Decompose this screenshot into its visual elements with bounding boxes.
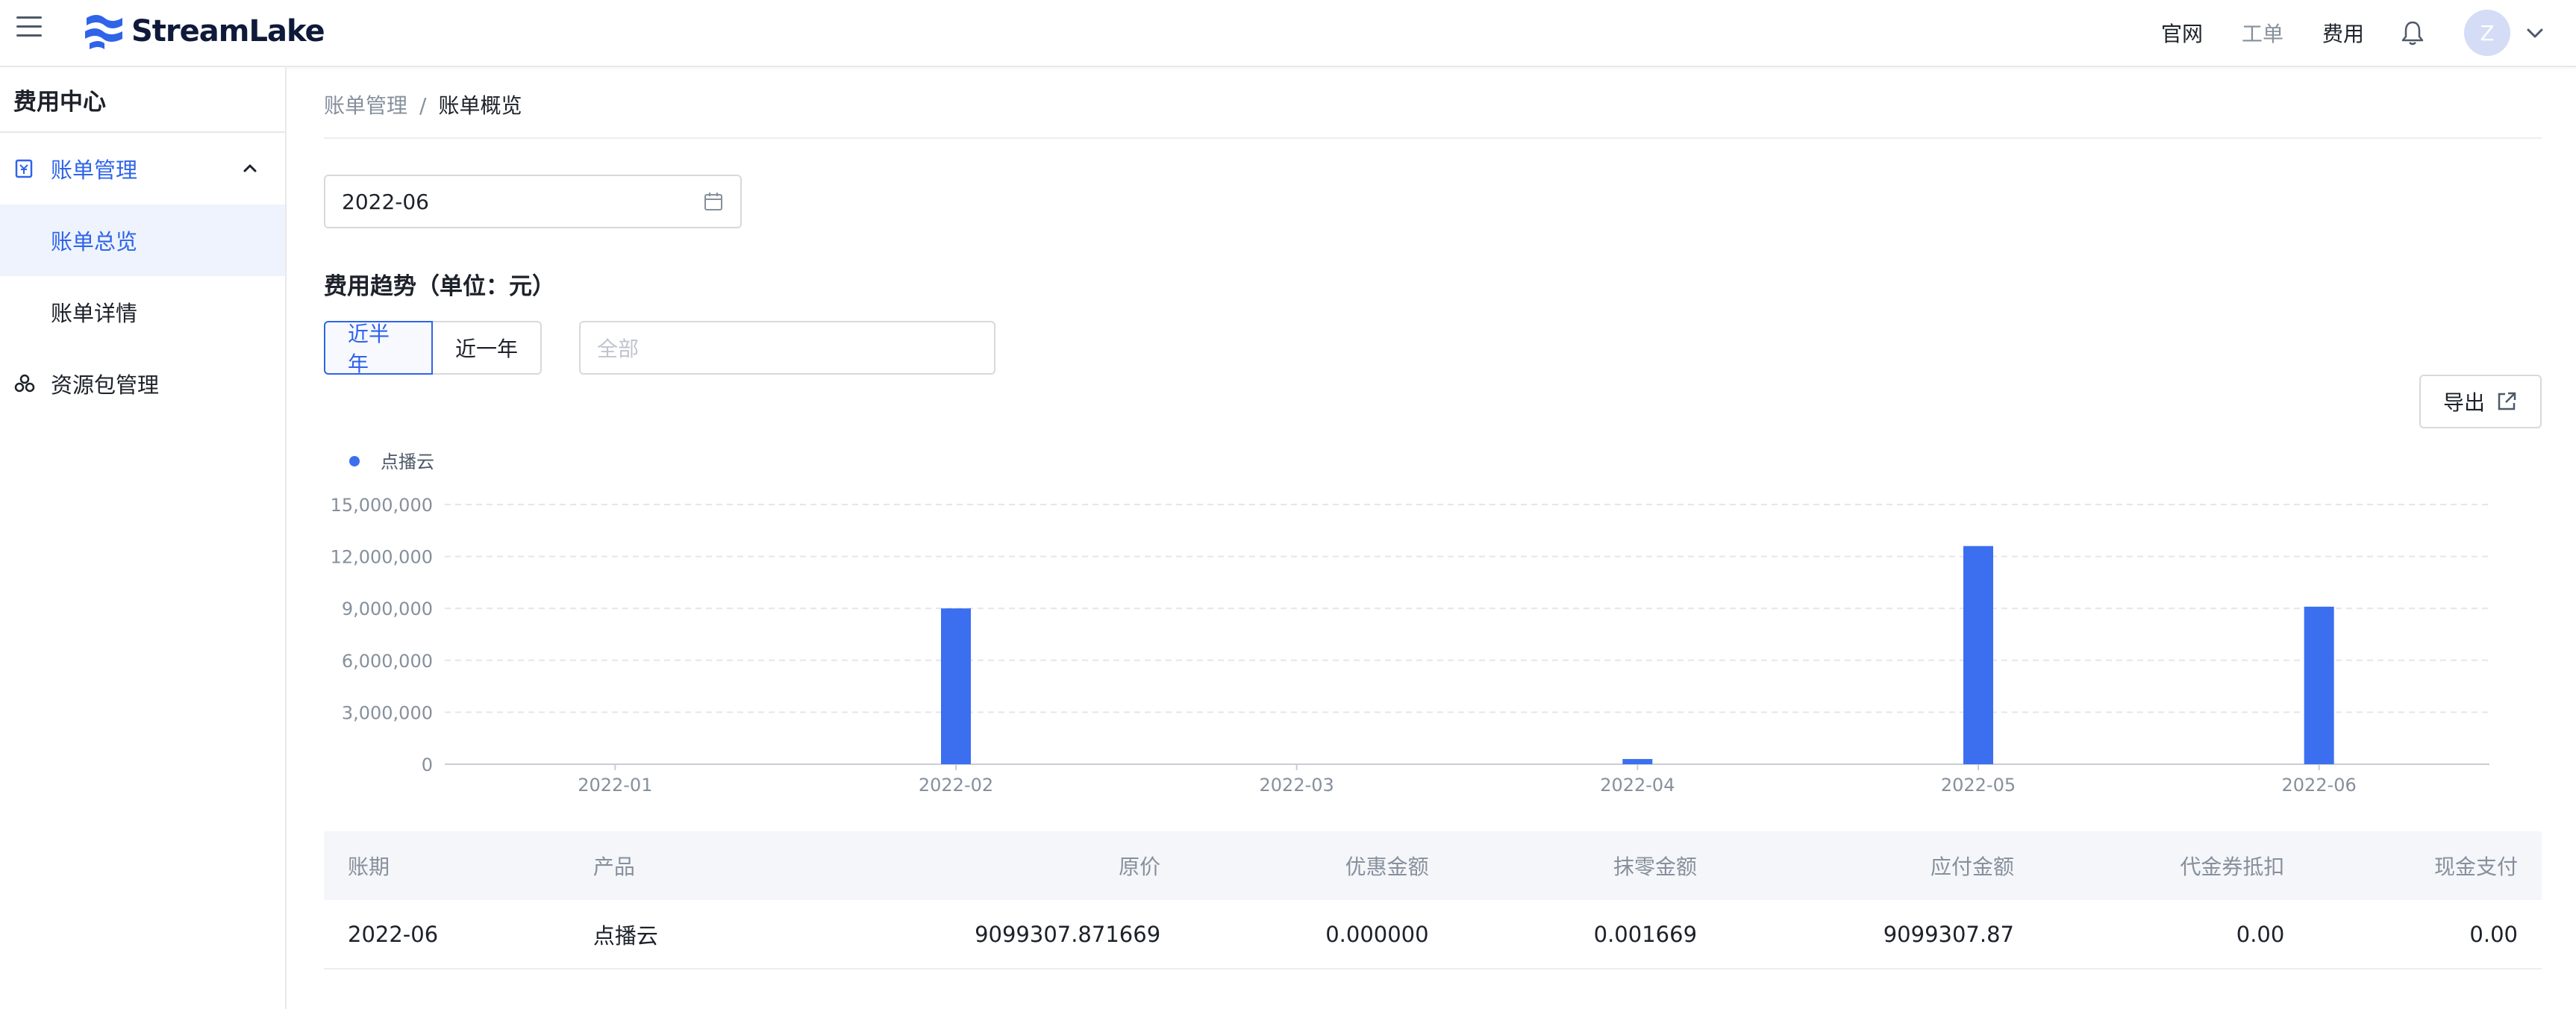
bill-icon — [15, 159, 33, 178]
header-divider — [324, 137, 2542, 139]
menu-icon[interactable] — [16, 16, 42, 39]
nav-tickets[interactable]: 工单 — [2242, 18, 2283, 48]
column-header: 账期 — [324, 831, 569, 900]
cell-voucher: 0.00 — [2038, 900, 2309, 969]
x-tick-label: 2022-04 — [1600, 775, 1675, 796]
product-select[interactable]: 全部 — [579, 321, 995, 375]
top-nav: 官网 工单 费用 Z — [2122, 0, 2546, 66]
cell-original-price: 9099307.871669 — [769, 900, 1185, 969]
column-header: 应付金额 — [1721, 831, 2038, 900]
nav-official-site[interactable]: 官网 — [2161, 18, 2203, 48]
range-half-year-button[interactable]: 近半年 — [324, 321, 433, 376]
bar — [941, 608, 971, 764]
y-tick-label: 3,000,000 — [342, 702, 433, 723]
table-header-row: 账期 产品 原价 优惠金额 抹零金额 应付金额 代金券抵扣 现金支付 — [324, 831, 2542, 900]
sidebar: 费用中心 账单管理 账单总览 账单详情 资源包管理 — [0, 67, 287, 1009]
bar — [1963, 546, 1993, 764]
streamlake-logo-icon — [85, 15, 122, 49]
x-tick-label: 2022-01 — [578, 775, 652, 796]
month-picker[interactable]: 2022-06 — [324, 175, 742, 228]
cell-period: 2022-06 — [324, 900, 569, 969]
brand-name: StreamLake — [131, 14, 325, 49]
column-header: 抹零金额 — [1452, 831, 1722, 900]
cell-payable: 9099307.87 — [1721, 900, 2038, 969]
sidebar-group-bill-management[interactable]: 账单管理 — [0, 133, 285, 204]
column-header: 现金支付 — [2308, 831, 2542, 900]
legend-label: 点播云 — [381, 452, 434, 472]
column-header: 代金券抵扣 — [2038, 831, 2309, 900]
cell-rounding: 0.001669 — [1452, 900, 1722, 969]
sidebar-item-label: 资源包管理 — [51, 372, 160, 398]
column-header: 优惠金额 — [1184, 831, 1453, 900]
breadcrumb: 账单管理 / 账单概览 — [324, 90, 522, 119]
bar — [2304, 606, 2334, 764]
breadcrumb-current: 账单概览 — [438, 93, 522, 118]
chevron-up-icon[interactable] — [240, 158, 260, 178]
legend-swatch — [349, 456, 360, 466]
cost-trend-chart: 点播云 0 3,000,000 6,000,000 9,000,000 12,000,00… — [331, 452, 2489, 796]
range-one-year-button[interactable]: 近一年 — [433, 321, 542, 375]
sidebar-group-label: 账单管理 — [51, 157, 138, 183]
table-row: 2022-06 点播云 9099307.871669 0.000000 0.00… — [324, 900, 2542, 969]
nav-billing[interactable]: 费用 — [2322, 18, 2364, 48]
brand-logo[interactable]: StreamLake — [82, 10, 325, 52]
x-tick-label: 2022-03 — [1260, 775, 1334, 796]
section-title: 费用趋势（单位：元） — [324, 273, 555, 300]
range-toggle: 近半年 近一年 — [324, 321, 542, 376]
calendar-icon — [704, 193, 722, 210]
bell-icon[interactable] — [2400, 19, 2425, 46]
y-tick-label: 15,000,000 — [331, 495, 433, 516]
external-link-icon — [2498, 392, 2516, 410]
y-tick-label: 9,000,000 — [342, 599, 433, 619]
bill-table: 账期 产品 原价 优惠金额 抹零金额 应付金额 代金券抵扣 现金支付 2022-… — [324, 831, 2542, 969]
product-select-placeholder: 全部 — [597, 337, 640, 361]
sidebar-item-resource-packages[interactable]: 资源包管理 — [0, 348, 285, 419]
month-picker-value: 2022-06 — [342, 189, 429, 214]
cell-product: 点播云 — [569, 900, 770, 969]
y-tick-label: 12,000,000 — [331, 547, 433, 568]
breadcrumb-parent[interactable]: 账单管理 — [324, 93, 407, 118]
sidebar-item-bill-overview[interactable]: 账单总览 — [0, 204, 285, 276]
x-tick-label: 2022-05 — [1941, 775, 2016, 796]
top-bar: StreamLake 官网 工单 费用 Z — [0, 0, 2576, 67]
column-header: 产品 — [569, 831, 770, 900]
cell-discount: 0.000000 — [1184, 900, 1453, 969]
y-tick-label: 0 — [422, 755, 433, 775]
sidebar-item-bill-details[interactable]: 账单详情 — [0, 276, 285, 348]
column-header: 原价 — [769, 831, 1185, 900]
bar — [1622, 759, 1653, 764]
y-tick-label: 6,000,000 — [342, 651, 433, 672]
x-tick-label: 2022-02 — [919, 775, 993, 796]
sidebar-title: 费用中心 — [0, 67, 285, 133]
chevron-down-icon[interactable] — [2524, 22, 2546, 44]
package-icon — [14, 374, 35, 393]
breadcrumb-separator: / — [419, 93, 427, 118]
cell-cash: 0.00 — [2308, 900, 2542, 969]
x-tick-label: 2022-06 — [2282, 775, 2357, 796]
avatar[interactable]: Z — [2464, 10, 2510, 56]
export-label: 导出 — [2442, 390, 2485, 415]
